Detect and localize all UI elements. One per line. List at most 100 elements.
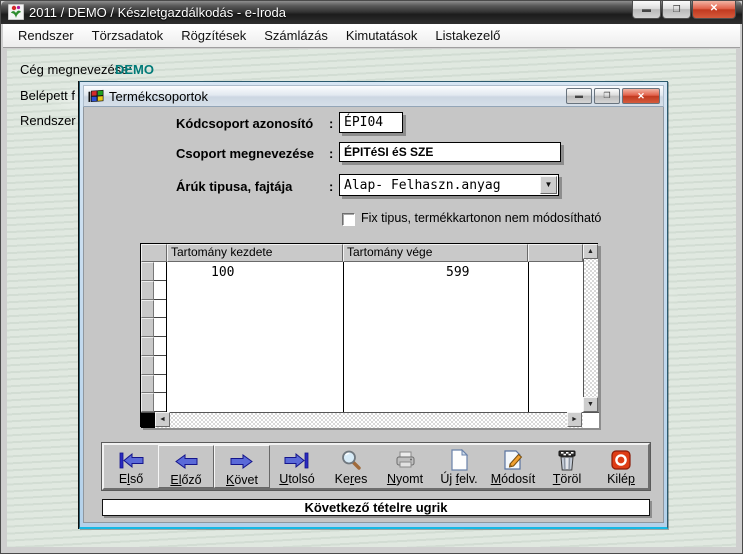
goods-type-value: Alap- Felhaszn.anyag bbox=[344, 176, 501, 195]
print-icon bbox=[393, 450, 417, 470]
first-record-button[interactable]: Első bbox=[104, 445, 158, 488]
first-icon bbox=[117, 451, 145, 470]
new-record-button[interactable]: Új felv. bbox=[432, 445, 486, 488]
last-record-button[interactable]: Utolsó bbox=[270, 445, 324, 488]
group-name-colon: : bbox=[329, 146, 333, 161]
arrow-up-icon: ▲ bbox=[587, 248, 594, 255]
close-button[interactable]: ✕ bbox=[692, 1, 736, 19]
record-navigation-toolbar: Első Előző Követ bbox=[102, 443, 650, 490]
prev-icon bbox=[172, 452, 200, 471]
menu-rendszer[interactable]: Rendszer bbox=[9, 25, 83, 46]
arrow-down-icon: ▼ bbox=[587, 401, 594, 408]
fix-type-checkbox[interactable] bbox=[342, 213, 355, 226]
row-selector-column[interactable] bbox=[141, 262, 154, 412]
windows-logo-icon bbox=[87, 89, 105, 104]
table-cell-range-start[interactable]: 100 bbox=[211, 265, 234, 280]
dialog-title: Termékcsoportok bbox=[109, 89, 208, 104]
goods-type-label: Árúk tipusa, fajtája bbox=[176, 179, 292, 194]
code-group-colon: : bbox=[329, 116, 333, 131]
maximize-button[interactable]: ❐ bbox=[662, 1, 691, 19]
group-name-input[interactable]: ÉPITéSI éS SZE bbox=[339, 142, 561, 162]
table-corner-header bbox=[141, 244, 167, 262]
column-header-range-end[interactable]: Tartomány vége bbox=[343, 244, 528, 262]
code-group-label: Kódcsoport azonosító bbox=[176, 116, 313, 131]
maximize-icon: ❐ bbox=[672, 4, 680, 14]
goods-type-dropdown[interactable]: Alap- Felhaszn.anyag ▼ bbox=[339, 174, 559, 196]
menu-listakezelo[interactable]: Listakezelő bbox=[426, 25, 509, 46]
app-icon bbox=[8, 4, 24, 20]
vertical-scrollbar[interactable]: ▲ ▼ bbox=[583, 244, 598, 412]
dialog-close-button[interactable]: ✕ bbox=[622, 88, 660, 104]
scroll-left-button[interactable]: ◄ bbox=[155, 412, 170, 427]
menu-torzsadatok[interactable]: Törzsadatok bbox=[83, 25, 173, 46]
grid-corner-block bbox=[141, 413, 155, 428]
row-gutter-column bbox=[154, 262, 167, 412]
dialog-minimize-icon: ▬ bbox=[575, 91, 583, 100]
range-table: Tartomány kezdete Tartomány vége 100 599… bbox=[140, 243, 598, 427]
previous-record-button[interactable]: Előző bbox=[158, 445, 214, 488]
horizontal-scroll-zone: ◄ ► bbox=[141, 412, 599, 427]
exit-icon bbox=[611, 450, 631, 470]
last-icon bbox=[283, 451, 311, 470]
next-record-label: Követ bbox=[215, 473, 269, 487]
exit-button[interactable]: Kilép bbox=[594, 445, 648, 488]
search-icon bbox=[340, 449, 362, 471]
modify-button[interactable]: Módosít bbox=[486, 445, 540, 488]
dropdown-button[interactable]: ▼ bbox=[540, 176, 557, 194]
close-icon: ✕ bbox=[710, 3, 718, 14]
menubar: Rendszer Törzsadatok Rögzítések Számlázá… bbox=[3, 24, 740, 48]
minimize-button[interactable]: ▬ bbox=[632, 1, 661, 19]
termekcsoportok-dialog: Termékcsoportok ▬ ❐ ✕ Kódcsoport azonosí… bbox=[79, 81, 668, 529]
new-record-label: Új felv. bbox=[432, 472, 486, 486]
dialog-close-icon: ✕ bbox=[637, 91, 645, 101]
column-divider bbox=[528, 262, 529, 412]
code-group-input[interactable]: ÉPI04 bbox=[339, 112, 403, 133]
table-cell-range-end[interactable]: 599 bbox=[446, 265, 469, 280]
column-header-range-start[interactable]: Tartomány kezdete bbox=[167, 244, 343, 262]
horizontal-scrollbar[interactable]: ◄ ► bbox=[155, 413, 583, 428]
scroll-down-button[interactable]: ▼ bbox=[583, 397, 598, 412]
arrow-left-icon: ◄ bbox=[159, 416, 166, 423]
logged-in-user-label: Belépett f bbox=[20, 88, 75, 103]
scroll-up-button[interactable]: ▲ bbox=[583, 244, 598, 259]
dialog-titlebar: Termékcsoportok ▬ ❐ ✕ bbox=[83, 85, 664, 107]
company-name-value: DEMO bbox=[115, 62, 154, 77]
minimize-icon: ▬ bbox=[642, 4, 651, 14]
new-icon bbox=[449, 449, 469, 471]
scrollbar-corner bbox=[583, 413, 599, 428]
delete-icon bbox=[556, 449, 578, 472]
group-name-label: Csoport megnevezése bbox=[176, 146, 314, 161]
next-icon bbox=[228, 452, 256, 471]
dialog-client-area: Kódcsoport azonosító : ÉPI04 Csoport meg… bbox=[83, 107, 664, 523]
menu-rogzitesek[interactable]: Rögzítések bbox=[172, 25, 255, 46]
dialog-minimize-button[interactable]: ▬ bbox=[566, 88, 592, 104]
menu-szamlazas[interactable]: Számlázás bbox=[255, 25, 337, 46]
exit-label: Kilép bbox=[594, 472, 648, 486]
search-button[interactable]: Keres bbox=[324, 445, 378, 488]
first-record-label: Első bbox=[104, 472, 158, 486]
edit-icon bbox=[502, 449, 524, 471]
system-label: Rendszer bbox=[20, 113, 76, 128]
fix-type-label: Fix tipus, termékkartonon nem módosíthat… bbox=[361, 211, 601, 225]
column-divider bbox=[343, 262, 344, 412]
print-button[interactable]: Nyomt bbox=[378, 445, 432, 488]
menu-kimutatasok[interactable]: Kimutatások bbox=[337, 25, 427, 46]
previous-record-label: Előző bbox=[159, 473, 213, 487]
window-title: 2011 / DEMO / Készletgazdálkodás - e-Iro… bbox=[29, 5, 286, 20]
column-header-empty bbox=[528, 244, 583, 262]
delete-label: Töröl bbox=[540, 472, 594, 486]
search-label: Keres bbox=[324, 472, 378, 486]
print-label: Nyomt bbox=[378, 472, 432, 486]
scroll-right-button[interactable]: ► bbox=[567, 412, 582, 427]
delete-button[interactable]: Töröl bbox=[540, 445, 594, 488]
main-titlebar: 2011 / DEMO / Készletgazdálkodás - e-Iro… bbox=[1, 1, 742, 24]
next-record-button[interactable]: Követ bbox=[214, 445, 270, 488]
modify-label: Módosít bbox=[486, 472, 540, 486]
last-record-label: Utolsó bbox=[270, 472, 324, 486]
dialog-maximize-button[interactable]: ❐ bbox=[594, 88, 620, 104]
dialog-maximize-icon: ❐ bbox=[603, 91, 610, 100]
arrow-right-icon: ► bbox=[571, 416, 578, 423]
status-bar: Következő tételre ugrik bbox=[102, 499, 650, 516]
goods-type-colon: : bbox=[329, 179, 333, 194]
chevron-down-icon: ▼ bbox=[545, 180, 553, 189]
